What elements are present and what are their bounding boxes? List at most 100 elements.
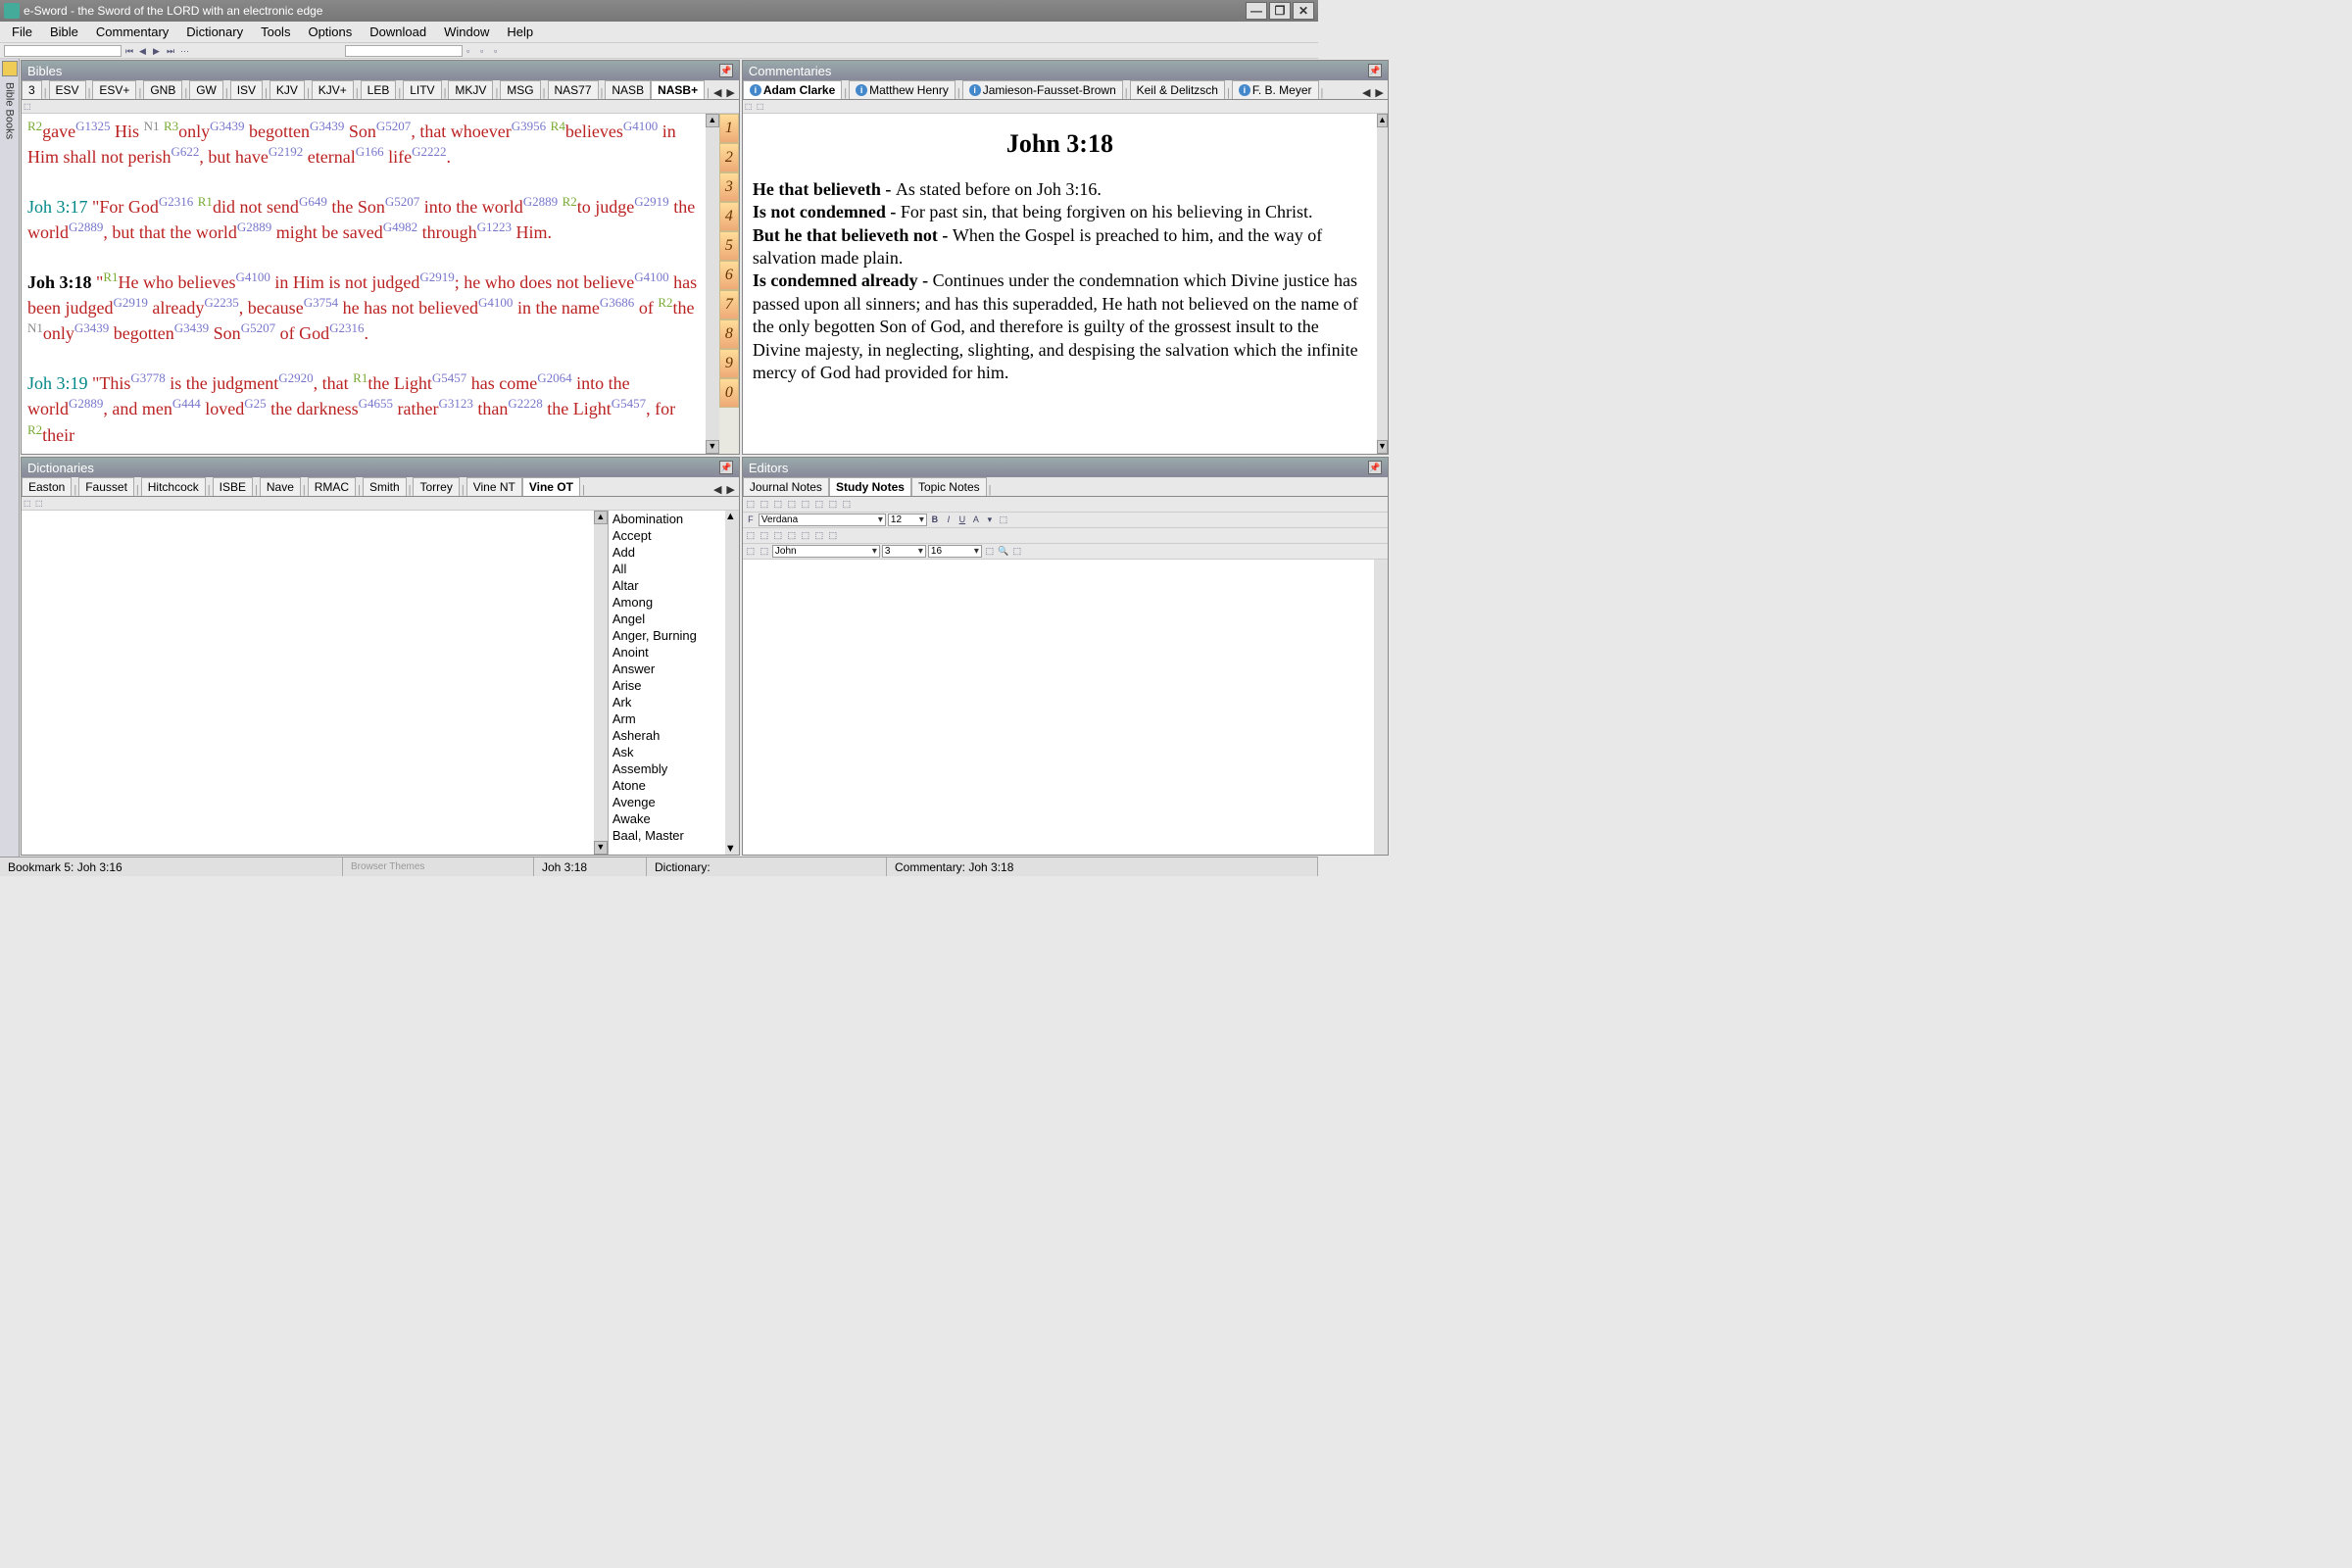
nav-first-icon[interactable]: ⏮ bbox=[125, 46, 135, 56]
commentary-scrollbar[interactable]: ▲ ▼ bbox=[1377, 114, 1388, 454]
toolbar-icon[interactable]: ⬚ bbox=[772, 530, 784, 542]
toolbar-dropdown-2[interactable] bbox=[345, 45, 463, 57]
minimize-button[interactable]: — bbox=[1246, 2, 1267, 20]
toolbar-icon[interactable]: ⬚ bbox=[827, 499, 839, 511]
bible-books-icon[interactable] bbox=[2, 61, 18, 76]
bible-tab[interactable]: ESV+ bbox=[92, 80, 136, 99]
bible-tab[interactable]: MKJV bbox=[448, 80, 493, 99]
editor-tab-active[interactable]: Study Notes bbox=[829, 477, 911, 496]
list-item[interactable]: Asherah bbox=[609, 727, 725, 744]
list-item[interactable]: Arise bbox=[609, 677, 725, 694]
verse-ref[interactable]: Joh 3:19 bbox=[27, 373, 88, 393]
bible-tab[interactable]: NAS77 bbox=[548, 80, 599, 99]
list-item[interactable]: Add bbox=[609, 544, 725, 561]
toolbar-icon[interactable]: ⬚ bbox=[759, 499, 770, 511]
verse-num-button[interactable]: 9 bbox=[719, 349, 739, 378]
close-button[interactable]: ✕ bbox=[1293, 2, 1314, 20]
toolbar-icon[interactable]: ⬚ bbox=[745, 546, 757, 558]
toolbar-icon[interactable]: ▫ bbox=[480, 46, 490, 56]
menu-tools[interactable]: Tools bbox=[253, 23, 298, 41]
font-dropdown[interactable]: Verdana bbox=[759, 514, 886, 526]
scroll-down-icon[interactable]: ▼ bbox=[594, 841, 608, 855]
commentary-text[interactable]: John 3:18 He that believeth - As stated … bbox=[743, 114, 1377, 454]
menu-help[interactable]: Help bbox=[499, 23, 541, 41]
bible-text[interactable]: R2gaveG1325 His N1 R3onlyG3439 begottenG… bbox=[22, 114, 706, 454]
bible-tab[interactable]: 3 bbox=[22, 80, 42, 99]
dictionary-scrollbar[interactable]: ▲ ▼ bbox=[594, 511, 608, 855]
list-item[interactable]: Anoint bbox=[609, 644, 725, 661]
toolbar-icon[interactable]: ⬚ bbox=[745, 530, 757, 542]
dictionary-tab[interactable]: RMAC bbox=[308, 477, 356, 496]
tab-scroll-left-icon[interactable]: ◀ bbox=[1360, 86, 1372, 99]
toolbar-icon[interactable]: ⬚ bbox=[772, 499, 784, 511]
dictionary-tab[interactable]: Vine NT bbox=[466, 477, 522, 496]
toolbar-icon[interactable]: ⬚ bbox=[984, 546, 996, 558]
italic-icon[interactable]: I bbox=[943, 514, 955, 526]
dictionary-tab[interactable]: Nave bbox=[260, 477, 301, 496]
dictionary-tab[interactable]: Hitchcock bbox=[141, 477, 206, 496]
menu-dictionary[interactable]: Dictionary bbox=[178, 23, 251, 41]
dictionary-tab[interactable]: ISBE bbox=[213, 477, 253, 496]
bible-books-label[interactable]: Bible Books bbox=[4, 82, 16, 139]
bible-tab[interactable]: MSG bbox=[500, 80, 540, 99]
toolbar-icon[interactable]: ⬚ bbox=[24, 499, 33, 509]
verse-num-button[interactable]: 6 bbox=[719, 261, 739, 290]
bible-scrollbar[interactable]: ▲ ▼ bbox=[706, 114, 719, 454]
list-item[interactable]: Abomination bbox=[609, 511, 725, 527]
font-size-dropdown[interactable]: 12 bbox=[888, 514, 927, 526]
toolbar-icon[interactable]: ⬚ bbox=[800, 530, 811, 542]
tab-scroll-left-icon[interactable]: ◀ bbox=[711, 86, 723, 99]
list-item[interactable]: Among bbox=[609, 594, 725, 611]
toolbar-icon[interactable]: ⬚ bbox=[813, 530, 825, 542]
book-dropdown[interactable]: John bbox=[772, 545, 880, 558]
verse-num-button[interactable]: 1 bbox=[719, 114, 739, 143]
editor-tab[interactable]: Journal Notes bbox=[743, 477, 829, 496]
list-item[interactable]: Avenge bbox=[609, 794, 725, 810]
toolbar-icon[interactable]: ⬚ bbox=[998, 514, 1009, 526]
dictionary-tab-active[interactable]: Vine OT bbox=[522, 477, 580, 496]
dictionary-word-list[interactable]: Abomination Accept Add All Altar Among A… bbox=[608, 511, 725, 855]
list-item[interactable]: Answer bbox=[609, 661, 725, 677]
verse-ref[interactable]: Joh 3:17 bbox=[27, 197, 88, 217]
commentary-tab-active[interactable]: iAdam Clarke bbox=[743, 80, 842, 99]
menu-bible[interactable]: Bible bbox=[42, 23, 86, 41]
bible-tab[interactable]: ISV bbox=[230, 80, 263, 99]
bible-tab[interactable]: NASB bbox=[605, 80, 651, 99]
pin-icon[interactable]: 📌 bbox=[1368, 64, 1382, 77]
list-item[interactable]: Baal, Master bbox=[609, 827, 725, 844]
toolbar-icon[interactable]: ⬚ bbox=[757, 102, 766, 112]
verse-ref-current[interactable]: Joh 3:18 bbox=[27, 272, 92, 292]
toolbar-icon[interactable]: ▫ bbox=[494, 46, 504, 56]
verse-num-button[interactable]: 4 bbox=[719, 202, 739, 231]
toolbar-icon[interactable]: ⋯ bbox=[180, 46, 190, 56]
nav-next-icon[interactable]: ▶ bbox=[153, 46, 163, 56]
toolbar-icon[interactable]: ⬚ bbox=[35, 499, 45, 509]
list-item[interactable]: Angel bbox=[609, 611, 725, 627]
editor-tab[interactable]: Topic Notes bbox=[911, 477, 987, 496]
commentary-tab[interactable]: iF. B. Meyer bbox=[1232, 80, 1319, 99]
bold-icon[interactable]: B bbox=[929, 514, 941, 526]
editor-content[interactable] bbox=[743, 560, 1388, 855]
commentary-tab[interactable]: Keil & Delitzsch bbox=[1130, 80, 1225, 99]
pin-icon[interactable]: 📌 bbox=[719, 64, 733, 77]
menu-file[interactable]: File bbox=[4, 23, 40, 41]
bible-tab-active[interactable]: NASB+ bbox=[651, 80, 705, 99]
toolbar-icon[interactable]: ⬚ bbox=[745, 102, 755, 112]
dictionary-tab[interactable]: Torrey bbox=[413, 477, 459, 496]
bible-tab[interactable]: GNB bbox=[143, 80, 182, 99]
verse-num-button[interactable]: 3 bbox=[719, 172, 739, 202]
toolbar-icon[interactable]: ⬚ bbox=[800, 499, 811, 511]
menu-options[interactable]: Options bbox=[300, 23, 360, 41]
list-item[interactable]: Accept bbox=[609, 527, 725, 544]
scroll-up-icon[interactable]: ▲ bbox=[594, 511, 608, 524]
toolbar-icon[interactable]: ⬚ bbox=[827, 530, 839, 542]
menu-commentary[interactable]: Commentary bbox=[88, 23, 176, 41]
tab-scroll-right-icon[interactable]: ▶ bbox=[1373, 86, 1385, 99]
maximize-button[interactable]: ❐ bbox=[1269, 2, 1291, 20]
scroll-up-icon[interactable]: ▲ bbox=[706, 114, 719, 127]
verse-num-button[interactable]: 0 bbox=[719, 378, 739, 408]
underline-icon[interactable]: U bbox=[956, 514, 968, 526]
verse-num-button[interactable]: 2 bbox=[719, 143, 739, 172]
toolbar-icon[interactable]: ⬚ bbox=[24, 102, 33, 112]
search-icon[interactable]: 🔍 bbox=[998, 546, 1009, 558]
